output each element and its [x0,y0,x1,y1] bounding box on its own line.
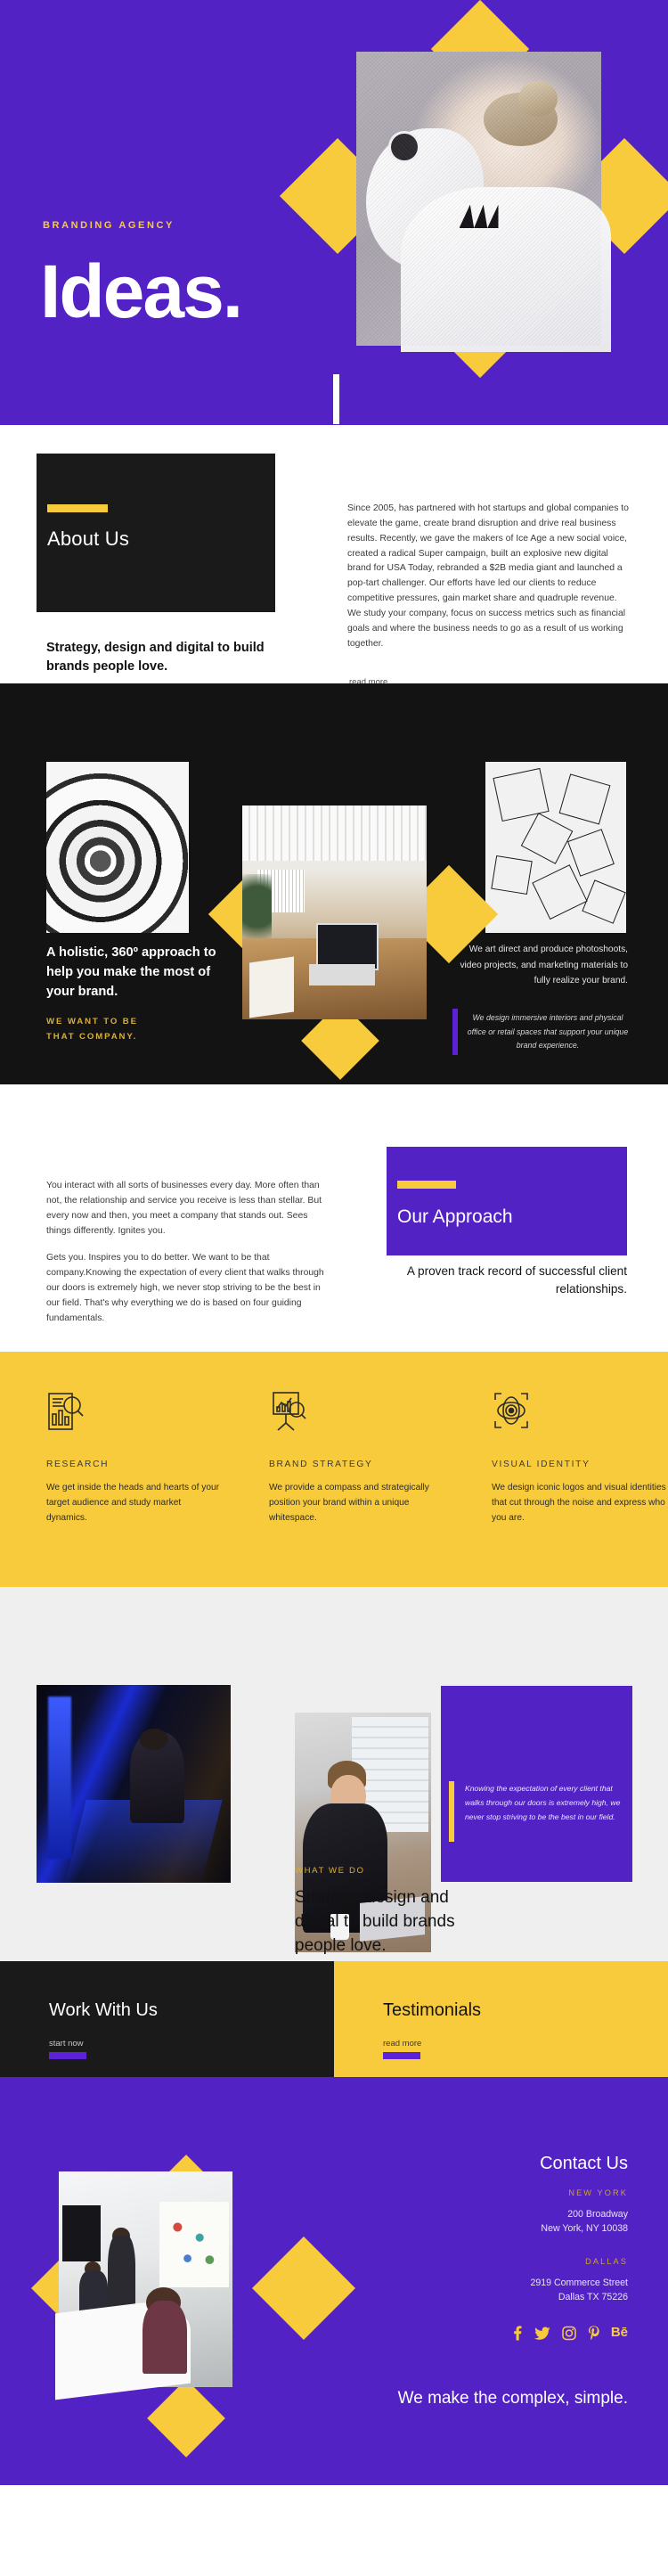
approach-body: You interact with all sorts of businesse… [46,1179,330,1327]
twitter-link[interactable] [534,2326,550,2345]
footer-section: Contact Us NEW YORK 200 Broadway New Yor… [0,2076,668,2485]
hero-eyebrow: BRANDING AGENCY [43,220,175,231]
service-text: We design iconic logos and visual identi… [492,1483,666,1523]
office-dallas: DALLAS 2919 Commerce Street Dallas TX 75… [511,2257,628,2304]
about-body-text: Since 2005, has partnered with hot start… [347,503,629,649]
cta-work-title: Work With Us [49,1999,158,2020]
footer-slogan: We make the complex, simple. [397,2388,628,2408]
capabilities-right-quote: We design immersive interiors and physic… [467,1013,629,1051]
cta-work-link[interactable]: start now [49,2039,86,2059]
landing-page: BRANDING AGENCY Ideas. About Us Strategy… [0,0,668,2485]
hero-photo-woman-sportswear [356,52,611,352]
footer-heading: Contact Us [540,2153,628,2173]
cta-testimonials-title: Testimonials [383,1999,482,2020]
office-new-york: NEW YORK 200 Broadway New York, NY 10038 [511,2188,628,2236]
capabilities-right-body: We art direct and produce photoshoots, v… [460,945,628,986]
office-address-line2: New York, NY 10038 [541,2222,628,2234]
photo-office-desk [242,806,427,1019]
footer-contact-block: Contact Us NEW YORK 200 Broadway New Yor… [511,2154,628,2345]
approach-section: You interact with all sorts of businesse… [0,1084,668,1352]
services-section: RESEARCH We get inside the heads and hea… [0,1352,668,1587]
what-we-do-heading: Strategy, design and digital to build br… [295,1887,455,1955]
what-we-do-quote: Knowing the expectation of every client … [465,1783,621,1821]
photo-server-room-woman [37,1684,231,1883]
service-title: RESEARCH [46,1460,110,1469]
apparel-logo [459,204,499,228]
footer-diamond-bottom [147,2378,225,2457]
office-address-line2: Dallas TX 75226 [558,2292,628,2303]
twitter-icon [534,2327,550,2340]
behance-icon: Bē [610,2325,628,2341]
cta-work-with-us[interactable]: Work With Us start now [0,1960,334,2077]
brand-strategy-easel-icon [273,1392,306,1431]
about-section: About Us Strategy, design and digital to… [0,425,668,698]
office-address-line1: 2919 Commerce Street [530,2277,628,2288]
cta-testimonials[interactable]: Testimonials read more [334,1960,668,2077]
instagram-icon [562,2326,576,2341]
behance-link[interactable]: Bē [611,2326,628,2345]
cta-section: Work With Us start now Testimonials read… [0,1960,668,2077]
service-card-research: RESEARCH We get inside the heads and hea… [46,1389,223,1526]
hero-section: BRANDING AGENCY Ideas. [0,0,668,425]
research-chart-magnifier-icon [48,1393,84,1430]
photo-spiral-staircase [46,762,189,933]
approach-heading: Our Approach [397,1206,513,1227]
photo-team-whiteboard [55,2171,232,2400]
capabilities-quote-bar [452,1009,458,1055]
what-we-do-quote-card: Knowing the expectation of every client … [441,1685,632,1882]
office-address-line1: 200 Broadway [567,2208,628,2220]
capabilities-headline: A holistic, 360º approach to help you ma… [46,945,216,999]
cta-work-link-bar [49,2051,86,2059]
office-city-label: NEW YORK [568,2188,628,2197]
about-heading-card: About Us [37,454,275,612]
approach-paragraph-1: You interact with all sorts of businesse… [46,1181,322,1236]
page-title: Ideas. [40,249,243,333]
cta-testimonials-link-label: read more [383,2038,422,2049]
about-tagline: Strategy, design and digital to build br… [46,641,265,675]
about-heading: About Us [47,527,130,550]
approach-paragraph-2: Gets you. Inspires you to do better. We … [46,1253,324,1323]
pinterest-link[interactable] [588,2326,599,2345]
office-city-label: DALLAS [585,2256,628,2266]
capabilities-kicker: WE WANT TO BE THAT COMPANY. [46,1017,138,1042]
quote-accent-bar [449,1780,454,1842]
facebook-link[interactable] [511,2326,523,2345]
visual-identity-eye-target-icon [494,1393,528,1428]
facebook-icon [514,2326,522,2341]
what-we-do-section: Knowing the expectation of every client … [0,1586,668,1961]
cta-testimonials-link[interactable]: read more [383,2039,421,2059]
service-card-visual-identity: VISUAL IDENTITY We design iconic logos a… [492,1389,668,1526]
service-title: BRAND STRATEGY [269,1460,373,1469]
service-title: VISUAL IDENTITY [492,1460,591,1469]
cta-work-link-label: start now [49,2038,84,2049]
hero-accent-bar [333,374,339,424]
approach-accent-dash [397,1181,456,1189]
approach-subheading: A proven track record of successful clie… [406,1264,627,1296]
photo-wire-cubes [485,762,626,933]
capabilities-section: A holistic, 360º approach to help you ma… [0,683,668,1084]
cta-testimonials-link-bar [383,2051,420,2059]
service-text: We get inside the heads and hearts of yo… [46,1483,220,1523]
footer-social-links: Bē [511,2326,628,2345]
service-text: We provide a compass and strategically p… [269,1483,429,1523]
footer-diamond-right [252,2236,355,2340]
office-address: 200 Broadway New York, NY 10038 [511,2207,628,2236]
service-card-brand-strategy: BRAND STRATEGY We provide a compass and … [269,1389,445,1526]
approach-heading-card: Our Approach [387,1147,627,1255]
what-we-do-kicker: WHAT WE DO [295,1865,365,1876]
watch-detail [387,131,420,164]
pinterest-icon [588,2326,599,2341]
instagram-link[interactable] [562,2326,576,2345]
about-accent-dash [47,504,108,512]
office-address: 2919 Commerce Street Dallas TX 75226 [511,2276,628,2304]
